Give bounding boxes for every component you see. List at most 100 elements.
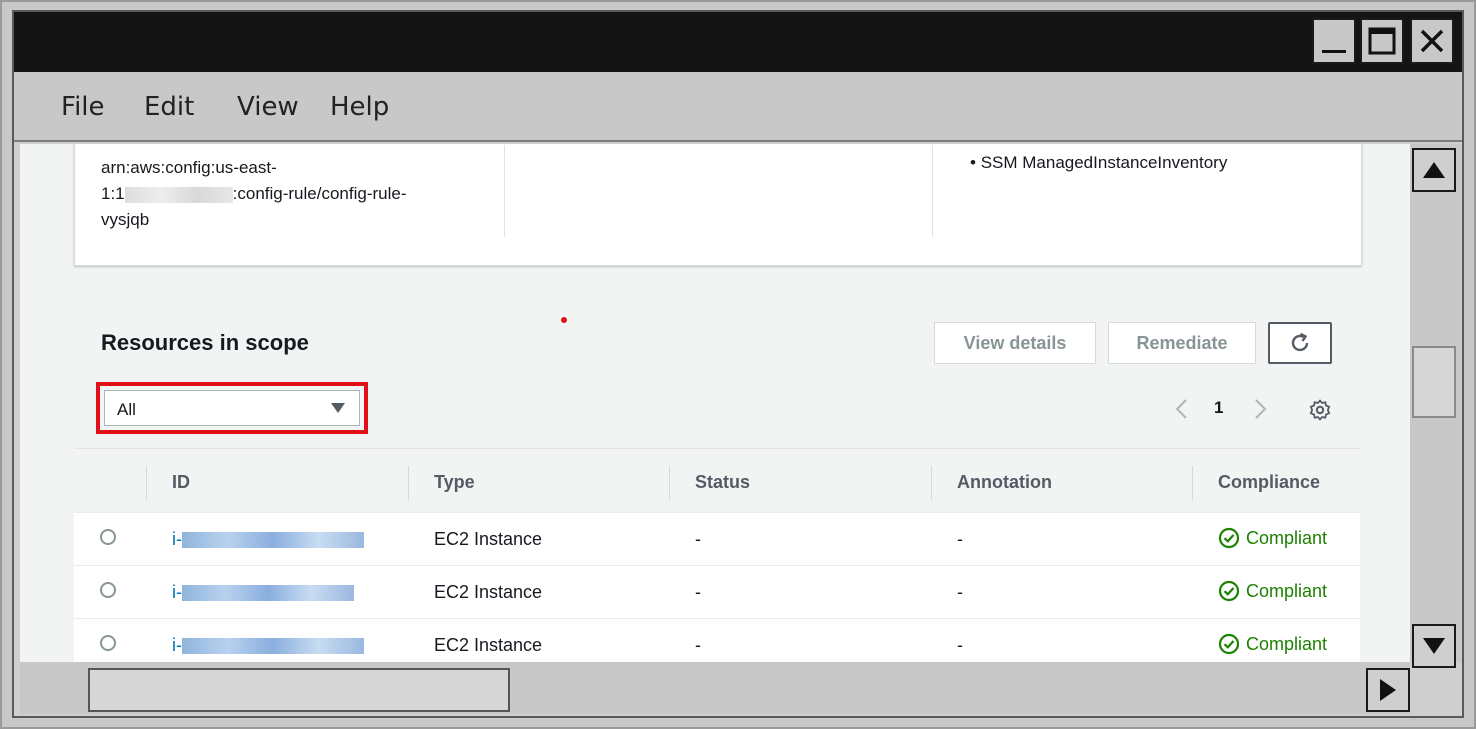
compliance-cell: Compliant <box>1192 618 1360 662</box>
resource-status: - <box>695 529 701 549</box>
column-header-compliance[interactable]: Compliance <box>1192 450 1360 513</box>
compliance-status: Compliant <box>1218 527 1327 549</box>
maximize-button[interactable] <box>1360 18 1404 64</box>
annotation-cell: - <box>931 618 1192 662</box>
resource-id-link[interactable]: i- <box>172 635 364 656</box>
resource-annotation: - <box>957 635 963 655</box>
status-cell: - <box>669 565 931 619</box>
filter-highlight-box: All <box>96 382 368 434</box>
menu-edit[interactable]: Edit <box>144 92 194 122</box>
remediate-button[interactable]: Remediate <box>1108 322 1256 364</box>
row-radio[interactable] <box>100 582 116 598</box>
vertical-scroll-thumb[interactable] <box>1412 346 1456 418</box>
table-row[interactable]: i- EC2 Instance - - Compliant <box>74 565 1360 619</box>
title-bar <box>14 12 1462 72</box>
rule-details-card: arn:aws:config:us-east- 1:1:config-rule/… <box>74 144 1362 266</box>
type-cell: EC2 Instance <box>408 565 669 619</box>
menu-view[interactable]: View <box>237 92 299 122</box>
redacted-id <box>182 638 364 655</box>
compliance-cell: Compliant <box>1192 565 1360 619</box>
menu-help[interactable]: Help <box>330 92 389 122</box>
table-row[interactable]: i- EC2 Instance - - Compliant <box>74 618 1360 662</box>
type-cell: EC2 Instance <box>408 618 669 662</box>
column-header-id[interactable]: ID <box>146 450 408 513</box>
resource-type-label: SSM ManagedInstanceInventory <box>980 153 1228 172</box>
id-cell: i- <box>146 618 408 662</box>
row-radio[interactable] <box>100 635 116 651</box>
column-header-label: Annotation <box>957 472 1052 492</box>
scroll-right-button[interactable] <box>1366 668 1410 712</box>
resource-id-link[interactable]: i- <box>172 582 354 603</box>
column-divider <box>932 145 933 237</box>
redacted-account-id <box>124 186 233 203</box>
resource-id-link[interactable]: i- <box>172 529 364 550</box>
resource-status: - <box>695 582 701 602</box>
compliance-label: Compliant <box>1246 527 1328 548</box>
row-radio[interactable] <box>100 529 116 545</box>
gear-icon[interactable] <box>1308 398 1332 422</box>
column-header-status[interactable]: Status <box>669 450 931 513</box>
horizontal-scroll-thumb[interactable] <box>88 668 510 712</box>
row-select-cell <box>74 512 146 566</box>
arn-suffix: :config-rule/config-rule- <box>232 184 407 203</box>
table-header-row: ID Type Status Annotation Compliance <box>74 450 1360 513</box>
current-page-number[interactable]: 1 <box>1214 398 1223 418</box>
horizontal-scrollbar[interactable] <box>20 662 1410 714</box>
chevron-right-icon[interactable] <box>1252 398 1268 420</box>
close-button[interactable] <box>1410 18 1454 64</box>
column-header-annotation[interactable]: Annotation <box>931 450 1192 513</box>
close-icon <box>1420 29 1444 53</box>
resource-id-prefix: i- <box>172 582 182 602</box>
redacted-id <box>182 532 364 549</box>
arn-prefix: 1:1 <box>101 184 125 203</box>
status-cell: - <box>669 618 931 662</box>
resource-id-prefix: i- <box>172 529 182 549</box>
compliance-status: Compliant <box>1218 633 1327 655</box>
column-divider <box>504 145 505 237</box>
refresh-icon <box>1291 332 1309 352</box>
compliance-status: Compliant <box>1218 580 1327 602</box>
resource-type: EC2 Instance <box>434 529 543 549</box>
id-cell: i- <box>146 565 408 619</box>
check-circle-icon <box>1218 527 1240 549</box>
menu-file[interactable]: File <box>61 92 105 122</box>
resource-annotation: - <box>957 529 963 549</box>
annotation-cell: - <box>931 565 1192 619</box>
menu-bar: File Edit View Help <box>14 72 1462 142</box>
column-header-label: ID <box>172 472 190 492</box>
resource-status: - <box>695 635 701 655</box>
scroll-down-button[interactable] <box>1412 624 1456 668</box>
filter-selected-value: All <box>117 400 136 419</box>
arn-line-2: 1:1 :config-rule/config-rule- <box>101 181 481 207</box>
scroll-up-button[interactable] <box>1412 148 1456 192</box>
type-cell: EC2 Instance <box>408 512 669 566</box>
compliance-label: Compliant <box>1246 633 1328 654</box>
resource-type-list-item: • SSM ManagedInstanceInventory <box>970 153 1228 172</box>
refresh-button[interactable] <box>1268 322 1332 364</box>
minimize-button[interactable] <box>1312 18 1356 64</box>
arn-line-3: vysjqb <box>101 210 150 229</box>
triangle-down-icon <box>1423 638 1445 654</box>
maximize-icon <box>1368 27 1396 55</box>
status-cell: - <box>669 512 931 566</box>
minimize-icon <box>1322 50 1346 53</box>
caret-down-icon <box>331 403 345 413</box>
column-header-type[interactable]: Type <box>408 450 669 513</box>
resources-in-scope-panel: Resources in scope View details Remediat… <box>74 292 1360 662</box>
vertical-scrollbar[interactable] <box>1410 144 1462 668</box>
resources-table: ID Type Status Annotation Compliance i- … <box>74 450 1360 662</box>
resources-header: Resources in scope View details Remediat… <box>74 292 1360 449</box>
check-circle-icon <box>1218 580 1240 602</box>
column-header-label: Status <box>695 472 751 492</box>
section-title: Resources in scope <box>101 330 309 355</box>
red-marker-dot <box>561 317 567 323</box>
table-row[interactable]: i- EC2 Instance - - Compliant <box>74 512 1360 566</box>
resource-id-prefix: i- <box>172 635 182 655</box>
compliance-cell: Compliant <box>1192 512 1360 566</box>
compliance-filter-select[interactable]: All <box>104 390 360 426</box>
chevron-left-icon[interactable] <box>1174 398 1190 420</box>
redacted-id <box>182 585 354 602</box>
view-details-button[interactable]: View details <box>934 322 1096 364</box>
column-header-label: Type <box>434 472 475 492</box>
check-circle-icon <box>1218 633 1240 655</box>
